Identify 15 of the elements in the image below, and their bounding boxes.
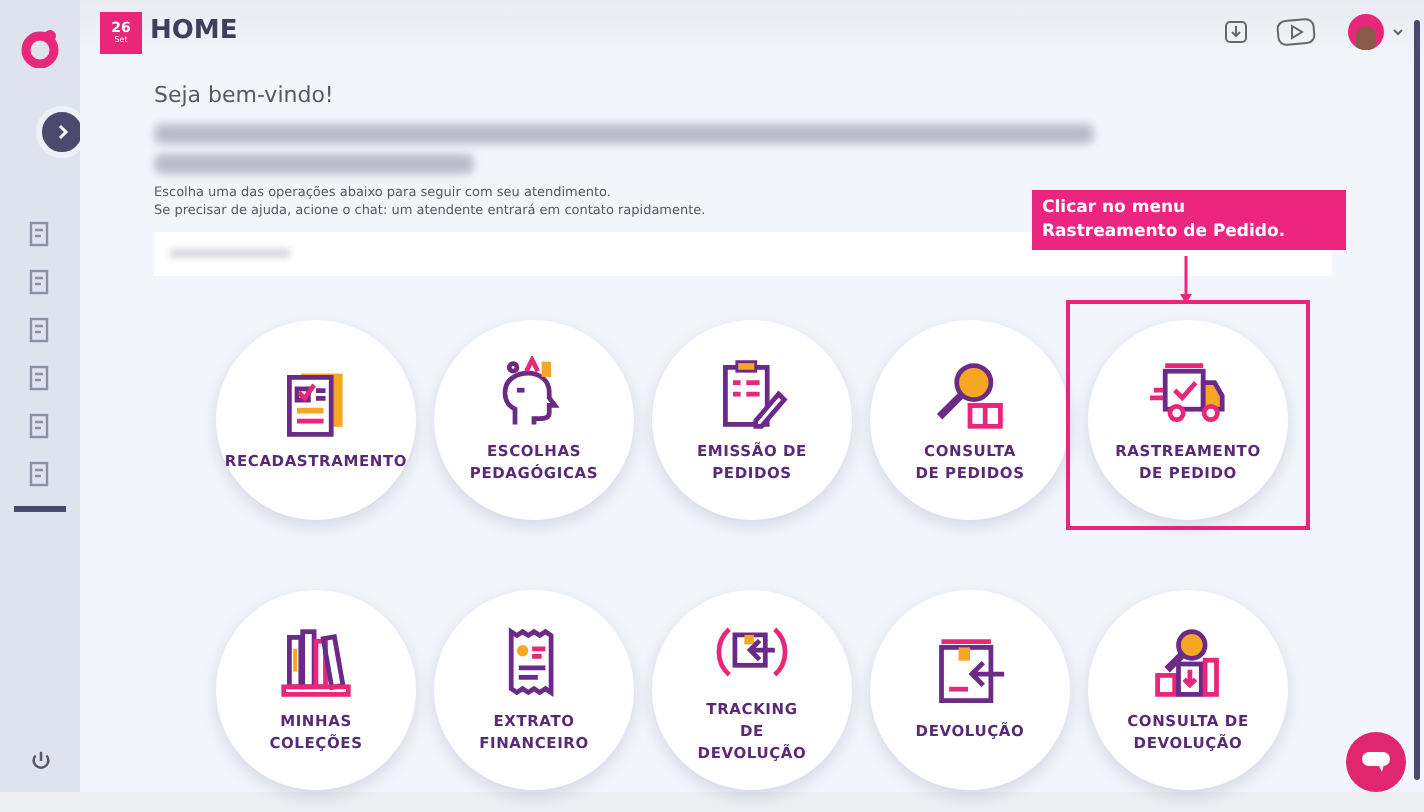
document-icon[interactable]: [26, 220, 54, 248]
page-title: HOME: [150, 14, 238, 51]
power-icon[interactable]: [29, 750, 51, 772]
download-icon[interactable]: [1224, 20, 1248, 44]
avatar[interactable]: [1348, 14, 1384, 50]
welcome-heading: Seja bem-vindo!: [154, 80, 336, 112]
video-icon[interactable]: [1276, 18, 1316, 46]
chat-button[interactable]: [1346, 732, 1406, 792]
leader-line: [1180, 256, 1192, 306]
chat-icon: [1362, 752, 1390, 772]
chevron-down-icon[interactable]: [1392, 26, 1404, 38]
logo-icon: [20, 28, 60, 68]
chevron-right-icon: [54, 124, 70, 140]
callout-tooltip: Clicar no menu Rastreamento de Pedido.: [1032, 190, 1346, 250]
books-icon: [278, 625, 354, 701]
